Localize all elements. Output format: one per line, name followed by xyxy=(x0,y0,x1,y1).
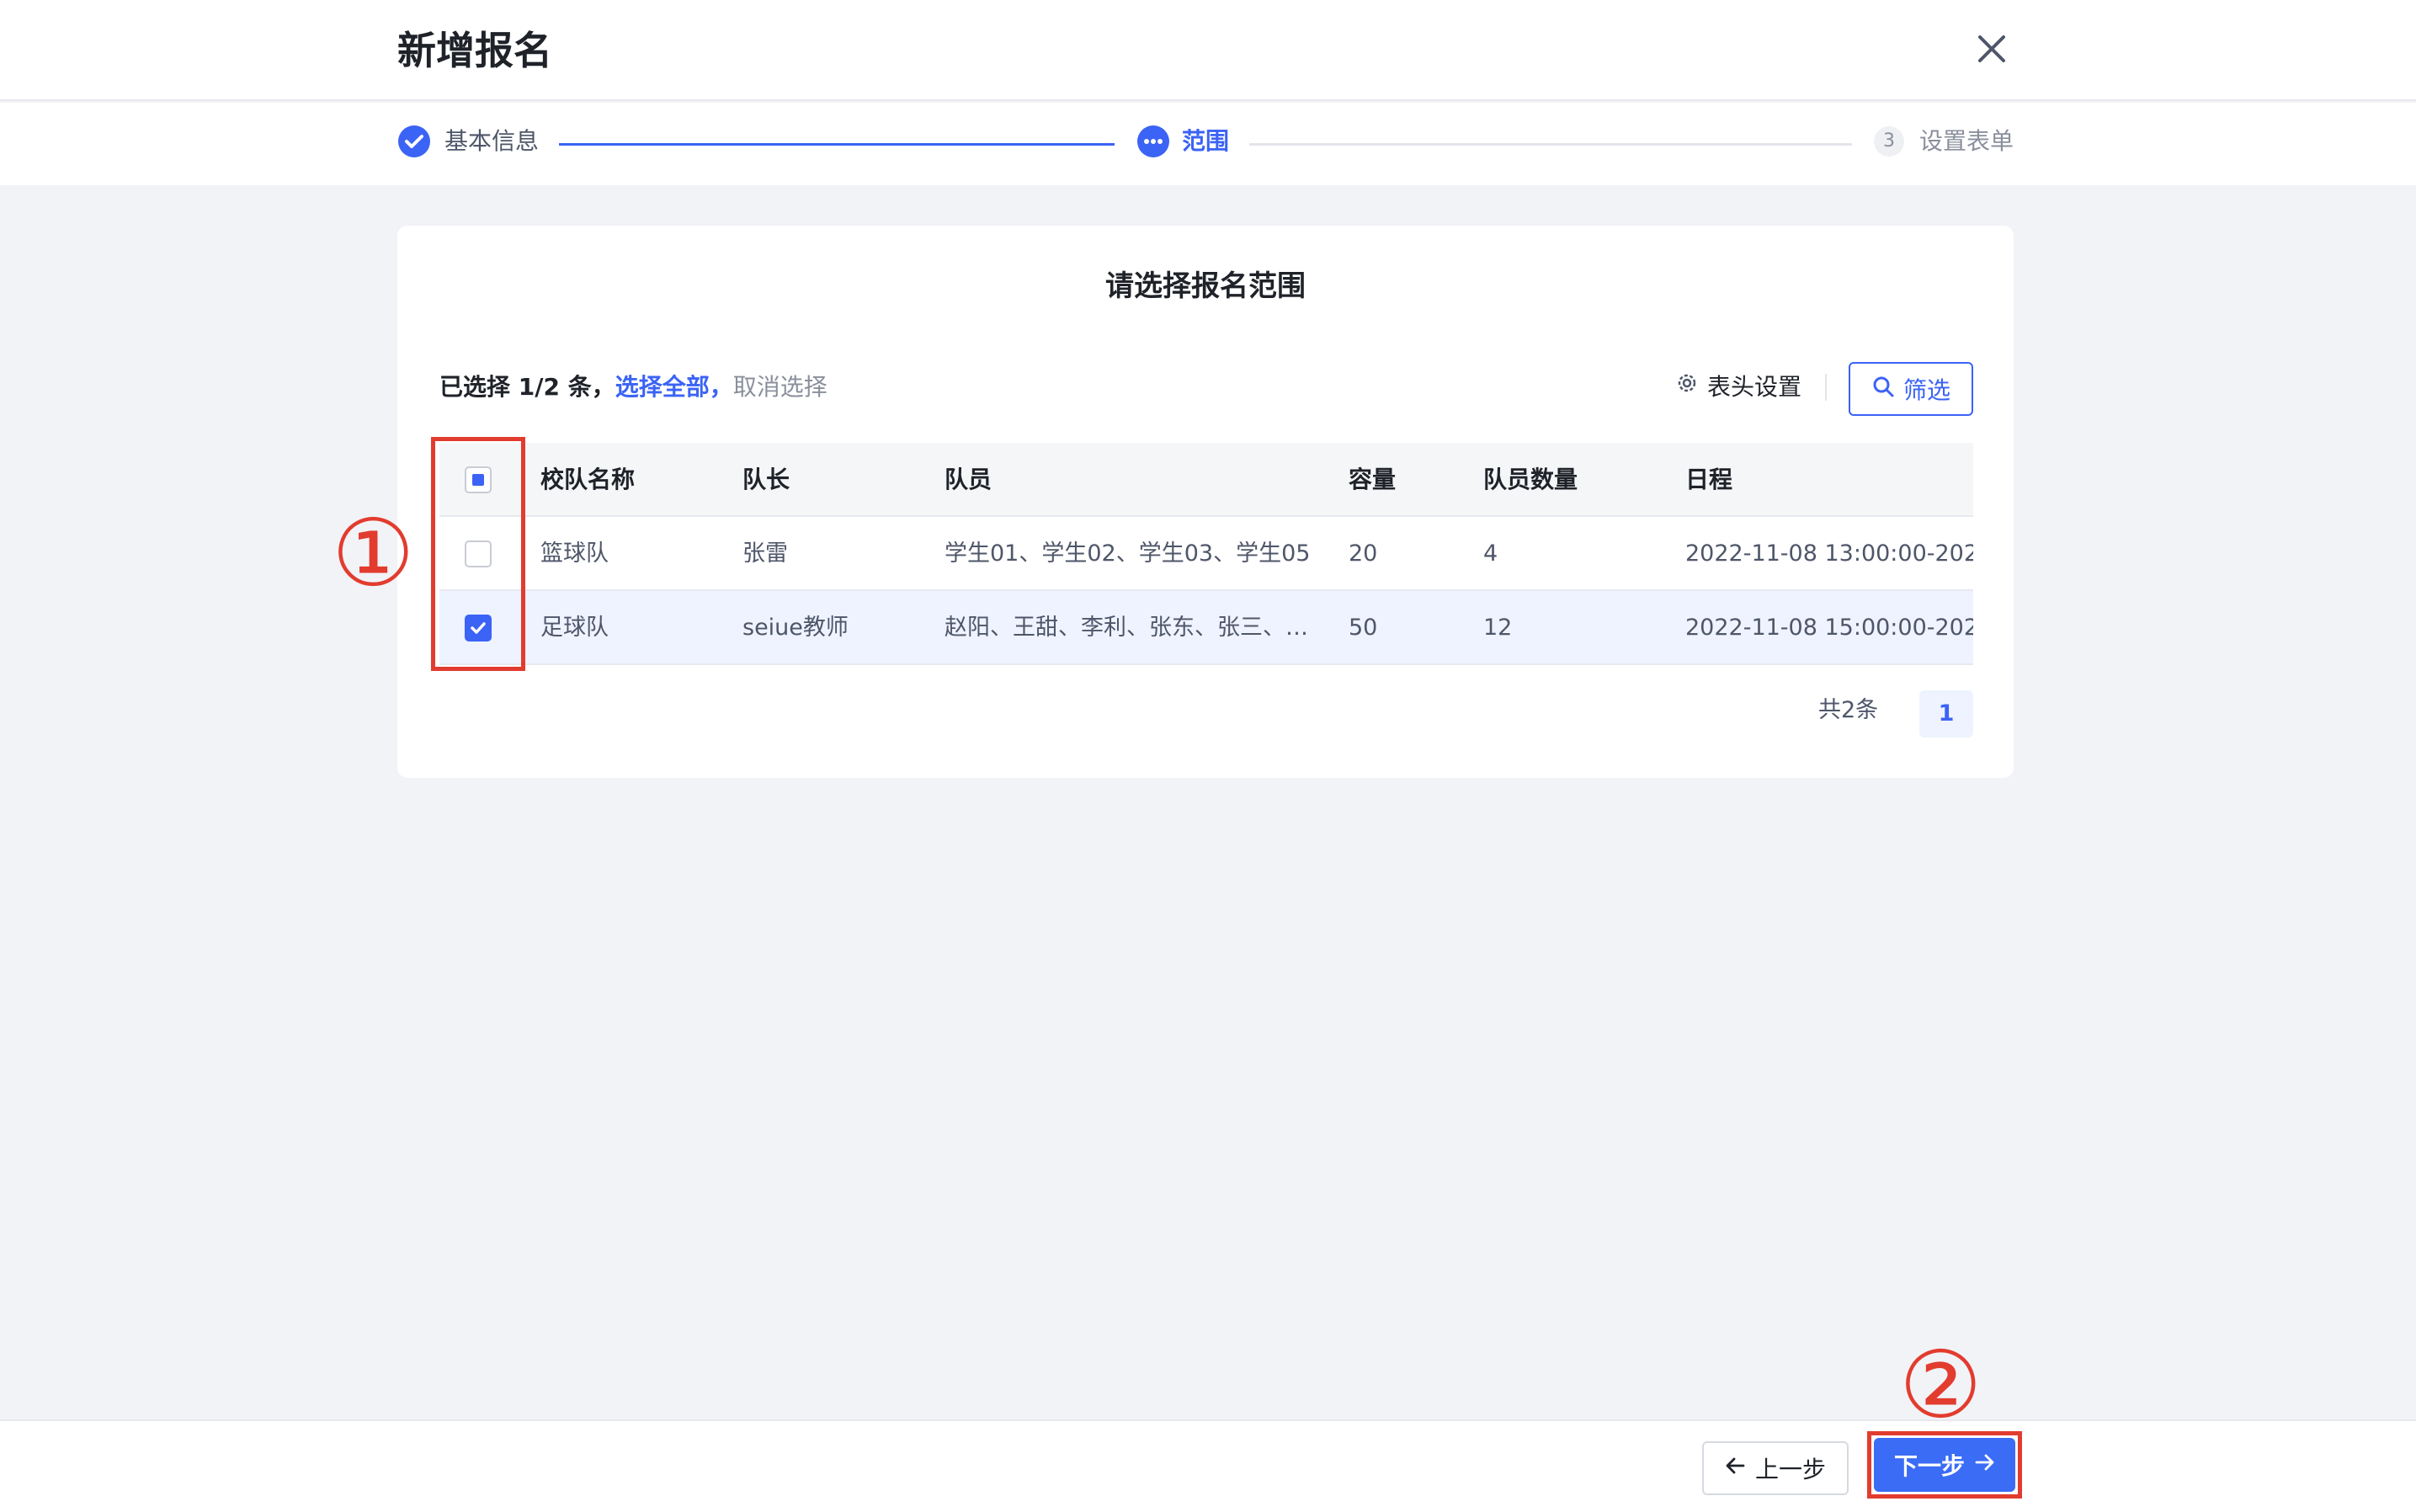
select-all-link[interactable]: 选择全部， xyxy=(615,373,733,401)
pagination-page[interactable]: 1 xyxy=(1919,690,1973,737)
team-capacity: 20 xyxy=(1349,540,1378,567)
step-scope[interactable]: 范围 xyxy=(1182,125,1229,158)
team-captain: 张雷 xyxy=(742,540,788,567)
check-circle-icon xyxy=(397,125,431,158)
more-circle-icon xyxy=(1136,125,1170,158)
team-schedule: 2022-11-08 15:00:00-2022-11 xyxy=(1685,615,1973,641)
table-row[interactable]: 足球队 seiue教师 赵阳、王甜、李利、张东、张三、… 50 12 2022-… xyxy=(439,591,1973,665)
search-icon xyxy=(1871,375,1895,404)
pagination-total: 共2条 xyxy=(1818,697,1879,723)
card-title: 请选择报名范围 xyxy=(1105,269,1306,303)
toolbar-divider xyxy=(1825,374,1827,401)
scope-card: 请选择报名范围 已选择 1/2 条，选择全部，取消选择 表头设置 筛选 校队名称… xyxy=(397,226,2014,778)
step-connector-pending xyxy=(1249,143,1852,146)
table-header-row: 校队名称 队长 队员 容量 队员数量 日程 xyxy=(439,443,1973,517)
filter-button[interactable]: 筛选 xyxy=(1849,362,1973,416)
team-member-count: 4 xyxy=(1483,540,1498,567)
page-title: 新增报名 xyxy=(397,28,552,73)
footer-bar xyxy=(0,1419,2416,1512)
step-set-form[interactable]: 设置表单 xyxy=(1919,125,2014,158)
team-name: 足球队 xyxy=(540,615,609,641)
team-schedule: 2022-11-08 13:00:00-2022-11 xyxy=(1685,540,1973,567)
column-header: 日程 xyxy=(1685,466,1733,493)
step-number-badge: 3 xyxy=(1874,126,1904,157)
stepper: 基本信息 范围 3 设置表单 xyxy=(0,103,2416,185)
column-header: 队长 xyxy=(742,466,790,493)
selection-bar: 已选择 1/2 条，选择全部，取消选择 xyxy=(439,370,828,404)
column-settings-button[interactable]: 表头设置 xyxy=(1675,370,1801,404)
selection-info: 已选择 1/2 条， xyxy=(439,373,615,401)
annotation-number-one: ① xyxy=(332,499,415,607)
modal-header: 新增报名 xyxy=(0,0,2416,101)
team-captain: seiue教师 xyxy=(742,615,849,641)
column-settings-label: 表头设置 xyxy=(1707,373,1802,401)
column-header: 校队名称 xyxy=(540,466,636,493)
cancel-selection-link[interactable]: 取消选择 xyxy=(733,373,828,401)
column-header: 队员 xyxy=(945,466,992,493)
column-header: 队员数量 xyxy=(1483,466,1578,493)
gear-icon xyxy=(1675,370,1699,404)
step-connector-done xyxy=(559,143,1115,146)
step-basic-info[interactable]: 基本信息 xyxy=(444,125,539,158)
team-table: 校队名称 队长 队员 容量 队员数量 日程 篮球队 张雷 学生01、学生02、学… xyxy=(439,443,1973,665)
table-row[interactable]: 篮球队 张雷 学生01、学生02、学生03、学生05 20 4 2022-11-… xyxy=(439,517,1973,591)
prev-step-label: 上一步 xyxy=(1754,1456,1826,1483)
filter-label: 筛选 xyxy=(1902,376,1950,404)
close-icon[interactable] xyxy=(1973,30,2010,67)
annotation-number-two: ② xyxy=(1899,1331,1982,1439)
prev-step-button[interactable]: 上一步 xyxy=(1702,1441,1849,1495)
column-header: 容量 xyxy=(1349,466,1397,493)
team-members: 赵阳、王甜、李利、张东、张三、… xyxy=(945,615,1308,641)
team-members: 学生01、学生02、学生03、学生05 xyxy=(945,540,1311,567)
team-member-count: 12 xyxy=(1483,615,1513,641)
annotation-box-checkboxes xyxy=(431,437,525,671)
team-capacity: 50 xyxy=(1349,615,1378,641)
team-name: 篮球队 xyxy=(540,540,609,567)
arrow-left-icon xyxy=(1725,1455,1747,1483)
annotation-box-next xyxy=(1867,1431,2022,1499)
